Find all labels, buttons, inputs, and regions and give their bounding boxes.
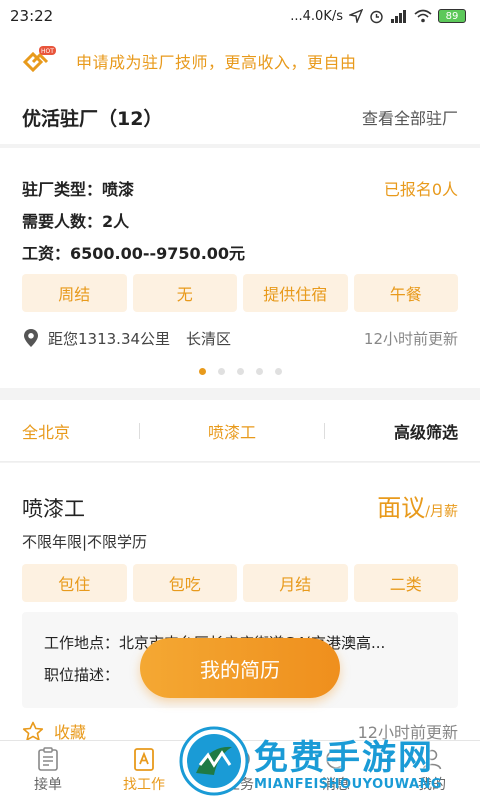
job-title: 喷漆工 [22,497,85,521]
signal-icon [391,10,406,23]
job-tags: 包住 包吃 月结 二类 [22,564,458,602]
network-speed: ...4.0K/s [290,8,343,24]
carousel-dot[interactable] [198,368,206,375]
carousel-dot[interactable] [274,368,282,375]
status-bar: 23:22 ...4.0K/s 89 [0,0,480,32]
job-card[interactable]: 喷漆工 面议/月薪 不限年限|不限学历 包住 包吃 月结 二类 工作地点：北京市… [0,463,480,742]
wifi-icon [414,9,432,23]
watermark-title: 免费手游网 [254,738,434,778]
city-filter[interactable]: 全北京 [22,419,70,443]
carousel-dot[interactable] [236,368,244,375]
factory-tag: 午餐 [353,274,458,312]
watermark: 免费手游网 MIANFEISHOUYOUWANG [178,722,478,800]
status-icons: ...4.0K/s 89 [290,9,466,24]
factory-section-title: 优活驻厂（12） [22,107,163,130]
job-salary: 面议/月薪 [377,488,458,523]
hot-badge: HOT [41,48,54,55]
job-tag: 月结 [243,564,348,602]
job-tag: 包吃 [132,564,237,602]
factory-card[interactable]: 驻厂类型：喷漆 已报名0人 需要人数：2人 工资：6500.00--9750.0… [0,148,480,388]
factory-district: 长清区 [186,329,232,348]
factory-section-header: 优活驻厂（12） 查看全部驻厂 [0,90,480,144]
salary-value: 面议 [377,494,426,522]
location-arrow-icon [349,9,363,23]
tab-label: 接单 [34,777,62,793]
job-filter-bar: 全北京 喷漆工 高级筛选 [0,400,480,462]
job-requirements: 不限年限|不限学历 [22,533,148,551]
carousel-dots[interactable] [22,368,458,375]
category-filter[interactable]: 喷漆工 [208,419,256,443]
factory-headcount: 需要人数：2人 [22,212,130,231]
battery-indicator: 89 [438,9,466,23]
tab-orders[interactable]: 接单 [0,741,96,800]
salary-unit: /月薪 [425,504,458,520]
signed-up-count: 已报名0人 [383,180,458,199]
alarm-icon [370,10,383,23]
factory-type: 驻厂类型：喷漆 [22,180,135,199]
carousel-dot[interactable] [255,368,263,375]
factory-tag: 周结 [22,274,127,312]
filter-divider [138,422,140,439]
find-job-icon [134,748,154,771]
clipboard-icon [38,747,58,771]
my-resume-button[interactable]: 我的简历 [140,638,340,698]
carousel-dot[interactable] [217,368,225,375]
job-tag: 二类 [353,564,458,602]
location-pin-icon [24,329,38,347]
filter-divider [324,422,326,439]
advanced-filter[interactable]: 高级筛选 [394,419,458,443]
factory-tag: 无 [132,274,237,312]
promo-logo-icon: HOT [22,46,56,76]
factory-tag: 提供住宿 [243,274,348,312]
star-icon [22,721,44,741]
watermark-logo-icon [179,726,249,796]
tab-label: 找工作 [123,777,165,793]
status-time: 23:22 [10,7,54,25]
promo-banner[interactable]: HOT 申请成为驻厂技师，更高收入，更自由 [0,32,480,90]
factory-updated: 12小时前更新 [363,329,458,348]
job-tag: 包住 [22,564,127,602]
watermark-subtitle: MIANFEISHOUYOUWANG [254,777,443,792]
factory-tags: 周结 无 提供住宿 午餐 [22,274,458,312]
view-all-factories-link[interactable]: 查看全部驻厂 [362,105,458,129]
factory-distance: 距您1313.34公里 [48,329,171,348]
promo-text: 申请成为驻厂技师，更高收入，更自由 [76,53,357,72]
factory-wage: 工资：6500.00--9750.00元 [22,244,246,263]
